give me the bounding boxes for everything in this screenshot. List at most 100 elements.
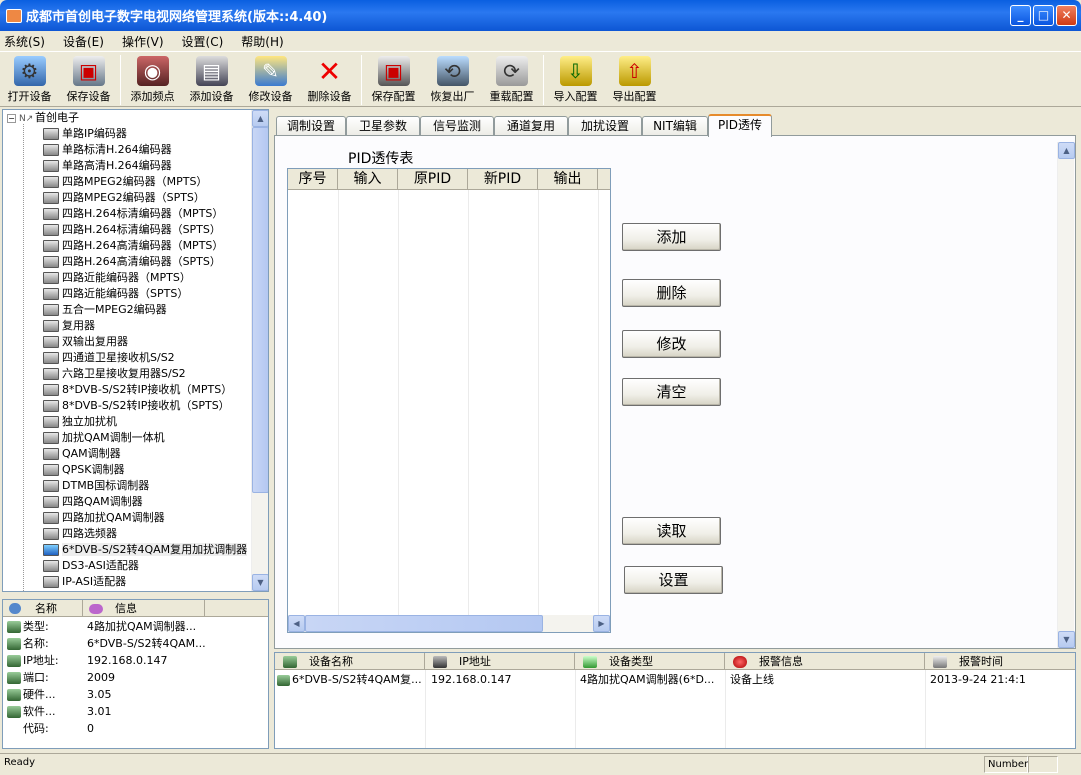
- import-config-button[interactable]: ⇩ 导入配置: [546, 52, 605, 108]
- col-alarm-time[interactable]: 报警时间: [925, 653, 1075, 670]
- tree-item-label: 四路选频器: [62, 527, 117, 540]
- factory-reset-button[interactable]: ⟲ 恢复出厂: [423, 52, 482, 108]
- tree-item-label: 四路H.264高清编码器（SPTS）: [62, 255, 221, 268]
- tree-root[interactable]: − N↗ 首创电子: [7, 110, 79, 126]
- scroll-thumb[interactable]: [252, 127, 268, 493]
- save-device-button[interactable]: ▣ 保存设备: [59, 52, 118, 108]
- toolbar: ⚙ 打开设备 ▣ 保存设备 ◉ 添加频点 ▤ 添加设备 ✎ 修改设备 ✕ 删除设备 ▣ 保存配…: [0, 51, 1081, 107]
- page-scrollbar[interactable]: ▲ ▼: [1057, 142, 1075, 648]
- tree-item[interactable]: 加扰QAM调制一体机: [43, 430, 165, 446]
- set-button[interactable]: 设置: [624, 566, 723, 594]
- device-icon: [43, 160, 59, 172]
- tab-pid-passthrough[interactable]: PID透传: [708, 114, 772, 137]
- tree-item[interactable]: QAM调制器: [43, 446, 121, 462]
- delete-button[interactable]: 删除: [622, 279, 721, 307]
- tab-scramble[interactable]: 加扰设置: [568, 116, 642, 136]
- tab-modulation[interactable]: 调制设置: [276, 116, 346, 136]
- tree-item[interactable]: IP-ASI适配器: [43, 574, 126, 590]
- tree-item[interactable]: 四路H.264高清编码器（MPTS）: [43, 238, 223, 254]
- device-icon: [43, 272, 59, 284]
- add-button[interactable]: 添加: [622, 223, 721, 251]
- col-device-name[interactable]: 设备名称: [275, 653, 425, 670]
- tree-item[interactable]: 双输出复用器: [43, 334, 128, 350]
- tree-item[interactable]: QPSK调制器: [43, 462, 125, 478]
- collapse-icon[interactable]: −: [7, 113, 16, 123]
- edit-device-button[interactable]: ✎ 修改设备: [241, 52, 300, 108]
- clear-button[interactable]: 清空: [622, 378, 721, 406]
- tree-item[interactable]: 四路H.264标清编码器（SPTS）: [43, 222, 221, 238]
- col-index[interactable]: 序号: [288, 169, 338, 190]
- minimize-button[interactable]: _: [1010, 5, 1031, 26]
- device-tree[interactable]: − N↗ 首创电子 单路IP编码器 单路标清H.264编码器 单路高清H.264编码器四…: [2, 109, 269, 592]
- menu-system[interactable]: 系统(S): [4, 33, 45, 50]
- col-alarm-info[interactable]: 报警信息: [725, 653, 925, 670]
- device-icon: [277, 674, 290, 686]
- info-column-info[interactable]: 信息: [83, 600, 205, 617]
- col-output[interactable]: 输出: [538, 169, 598, 190]
- col-device-type[interactable]: 设备类型: [575, 653, 725, 670]
- tree-item[interactable]: 四路MPEG2编码器（MPTS）: [43, 174, 207, 190]
- tree-item[interactable]: 单路高清H.264编码器: [43, 158, 172, 174]
- scroll-up-icon[interactable]: ▲: [252, 110, 268, 127]
- tab-satellite[interactable]: 卫星参数: [346, 116, 420, 136]
- menu-help[interactable]: 帮助(H): [241, 33, 283, 50]
- tab-nit-edit[interactable]: NIT编辑: [642, 116, 708, 136]
- tree-item[interactable]: 四路近能编码器（SPTS）: [43, 286, 188, 302]
- device-icon: [43, 464, 59, 476]
- col-input[interactable]: 输入: [338, 169, 398, 190]
- delete-device-button[interactable]: ✕ 删除设备: [300, 52, 359, 108]
- menu-settings[interactable]: 设置(C): [182, 33, 224, 50]
- tree-item[interactable]: 六路卫星接收复用器S/S2: [43, 366, 186, 382]
- scroll-down-icon[interactable]: ▼: [1058, 631, 1075, 648]
- device-icon: [43, 416, 59, 428]
- tree-item[interactable]: 6*DVB-S/S2转4QAM复用加扰调制器: [43, 542, 248, 558]
- menu-operation[interactable]: 操作(V): [122, 33, 164, 50]
- tree-item[interactable]: 四通道卫星接收机S/S2: [43, 350, 175, 366]
- scroll-left-icon[interactable]: ◀: [288, 615, 305, 632]
- col-original-pid[interactable]: 原PID: [398, 169, 468, 190]
- tree-item[interactable]: 单路标清H.264编码器: [43, 142, 172, 158]
- pid-table-hscroll[interactable]: ◀ ▶: [288, 615, 610, 632]
- add-frequency-button[interactable]: ◉ 添加频点: [123, 52, 182, 108]
- tree-item-label: 加扰QAM调制一体机: [62, 431, 165, 444]
- info-row: 端口: 2009: [7, 669, 265, 686]
- tree-item[interactable]: 四路MPEG2编码器（SPTS）: [43, 190, 205, 206]
- reload-config-button[interactable]: ⟳ 重载配置: [482, 52, 541, 108]
- scroll-thumb[interactable]: [305, 615, 543, 632]
- tree-item[interactable]: 独立加扰机: [43, 414, 117, 430]
- menu-device[interactable]: 设备(E): [63, 33, 104, 50]
- tree-item[interactable]: 四路选频器: [43, 526, 117, 542]
- tree-item-label: 五合一MPEG2编码器: [62, 303, 167, 316]
- tree-item[interactable]: 8*DVB-S/S2转IP接收机（MPTS）: [43, 382, 232, 398]
- add-device-button[interactable]: ▤ 添加设备: [182, 52, 241, 108]
- scroll-right-icon[interactable]: ▶: [593, 615, 610, 632]
- tree-item[interactable]: 四路加扰QAM调制器: [43, 510, 165, 526]
- tree-item[interactable]: 单路IP编码器: [43, 126, 127, 142]
- tree-item[interactable]: DS3-ASI适配器: [43, 558, 139, 574]
- tab-signal-monitor[interactable]: 信号监测: [420, 116, 494, 136]
- tree-item[interactable]: 四路QAM调制器: [43, 494, 143, 510]
- tree-item[interactable]: 四路近能编码器（MPTS）: [43, 270, 191, 286]
- scroll-down-icon[interactable]: ▼: [252, 574, 268, 591]
- read-button[interactable]: 读取: [622, 517, 721, 545]
- tree-item[interactable]: 复用器: [43, 318, 95, 334]
- save-config-button[interactable]: ▣ 保存配置: [364, 52, 423, 108]
- scroll-up-icon[interactable]: ▲: [1058, 142, 1075, 159]
- tree-item[interactable]: 四路H.264标清编码器（MPTS）: [43, 206, 223, 222]
- tab-channel-mux[interactable]: 通道复用: [494, 116, 568, 136]
- tree-item[interactable]: 五合一MPEG2编码器: [43, 302, 167, 318]
- modify-button[interactable]: 修改: [622, 330, 721, 358]
- tree-item[interactable]: 四路H.264高清编码器（SPTS）: [43, 254, 221, 270]
- alarm-list[interactable]: 设备名称 IP地址 设备类型 报警信息 报警时间 6*DVB-S/S2转4QAM…: [274, 652, 1076, 749]
- tree-item[interactable]: DTMB国标调制器: [43, 478, 149, 494]
- close-button[interactable]: ✕: [1056, 5, 1077, 26]
- info-column-name[interactable]: 名称: [3, 600, 83, 617]
- export-config-button[interactable]: ⇧ 导出配置: [605, 52, 664, 108]
- maximize-button[interactable]: □: [1033, 5, 1054, 26]
- col-new-pid[interactable]: 新PID: [468, 169, 538, 190]
- pid-table[interactable]: 序号 输入 原PID 新PID 输出 ◀ ▶: [287, 168, 611, 633]
- col-ip-address[interactable]: IP地址: [425, 653, 575, 670]
- open-device-button[interactable]: ⚙ 打开设备: [0, 52, 59, 108]
- tree-scrollbar[interactable]: ▲ ▼: [251, 110, 268, 591]
- tree-item[interactable]: 8*DVB-S/S2转IP接收机（SPTS）: [43, 398, 230, 414]
